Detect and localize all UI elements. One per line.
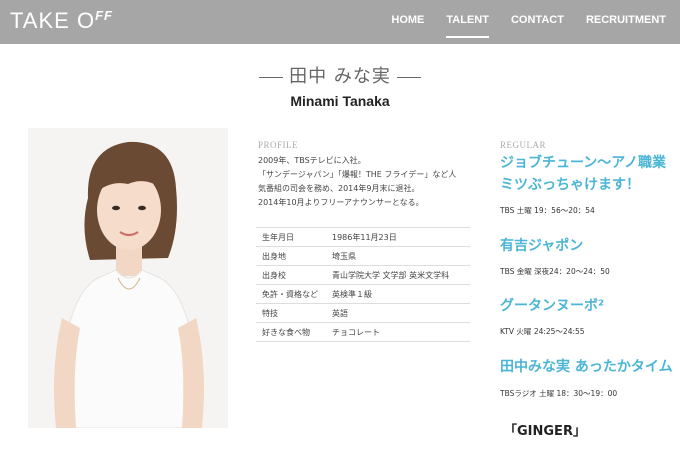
table-row: 好きな食べ物 チョコレート [256,322,470,342]
profile-facts-table: 生年月日 1986年11月23日 出身地 埼玉県 出身校 青山学院大学 文学部 … [256,227,470,342]
bio-line: 2014年10月よりフリーアナウンサーとなる。 [258,198,424,207]
bio-line: 気番組の司会を務め、2014年9月末に退社。 [258,184,420,193]
show-time: KTV 火曜 24:25～24:55 [500,327,585,336]
fact-value: 1986年11月23日 [326,227,470,247]
talent-photo [28,128,228,428]
portrait-illustration [28,128,228,428]
table-row: 出身地 埼玉県 [256,246,470,266]
talent-name-en: Minami Tanaka [290,93,390,109]
fact-key: 生年月日 [256,227,326,247]
fact-key: 特技 [256,303,326,323]
fact-key: 免許・資格など [256,284,326,304]
site-header: TAKE OFF HOME TALENT CONTACT RECRUITMENT [0,0,680,44]
profile-label: PROFILE [258,140,299,150]
nav-contact[interactable]: CONTACT [511,14,564,38]
show-title-line: 田中みな実 あったかタイム [500,359,673,375]
fact-value: 英検準１級 [326,284,470,304]
show-title-radio[interactable]: 田中みな実 あったかタイム [500,356,673,378]
magazine-title: 「GINGER」 [504,424,586,439]
show-title-line: ジョブチューン～アノ職業 [500,155,667,171]
table-row: 特技 英語 [256,303,470,323]
fact-key: 出身校 [256,265,326,285]
fact-value: 英語 [326,303,470,323]
profile-bio: 2009年、TBSテレビに入社。 「サンデージャパン」「爆報！THE フライデー… [258,154,470,210]
table-row: 免許・資格など 英検準１級 [256,284,470,304]
show-title-line: 有吉ジャポン [500,238,584,254]
regular-label: REGULAR [500,140,546,150]
show-title-ariyoshi[interactable]: 有吉ジャポン [500,235,583,257]
nav-recruitment[interactable]: RECRUITMENT [586,14,666,38]
show-title-gutan[interactable]: グータンヌーボ² [500,295,604,317]
logo-suffix: FF [95,8,113,23]
bio-line: 「サンデージャパン」「爆報！THE フライデー」など人 [258,170,457,179]
table-row: 出身校 青山学院大学 文学部 英米文学科 [256,265,470,285]
bio-line: 2009年、TBSテレビに入社。 [258,156,366,165]
show-time: TBS 金曜 深夜24：20～24：50 [500,267,610,276]
title-dash-right [396,76,421,78]
nav-home[interactable]: HOME [391,14,424,38]
show-time: TBS 土曜 19：56～20：54 [500,206,595,215]
title-dash-left [259,76,284,78]
fact-value: 埼玉県 [326,246,470,266]
table-row: 生年月日 1986年11月23日 [256,227,470,247]
fact-value: 青山学院大学 文学部 英米文学科 [326,265,470,285]
main-nav: HOME TALENT CONTACT RECRUITMENT [369,14,666,38]
fact-key: 好きな食べ物 [256,322,326,342]
talent-name-jp-text: 田中 みな実 [289,66,391,87]
talent-name-jp: 田中 みな実 [0,62,680,88]
fact-value: チョコレート [326,322,470,342]
site-logo[interactable]: TAKE OFF [10,8,113,34]
show-title-line: ミツぶっちゃけます！ [500,177,640,193]
logo-text: TAKE O [10,8,96,33]
show-title-line: グータンヌーボ² [500,298,605,314]
nav-talent[interactable]: TALENT [446,14,489,38]
fact-key: 出身地 [256,246,326,266]
show-title-jobtune[interactable]: ジョブチューン～アノ職業 ミツぶっちゃけます！ [500,152,666,196]
show-time: TBSラジオ 土曜 18：30～19：00 [500,389,618,398]
